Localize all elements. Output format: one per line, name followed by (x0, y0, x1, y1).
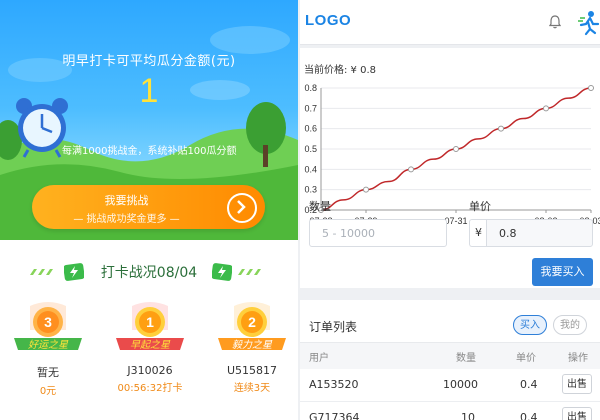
stripes-right-icon (238, 269, 261, 275)
row-qty: 10000 (443, 378, 478, 391)
checkin-panel: 明早打卡可平均瓜分金额(元) 1 每满1000挑战金，系统补贴100瓜分额 我要… (0, 0, 298, 420)
y-tick-label: 0.4 (304, 164, 317, 174)
trading-panel: LOGO 当前价格: ¥ 0.8 0.2 0.3 0.4 0.5 0.6 0.7 0.8 07… (300, 0, 600, 420)
medal-bronze-icon: 3 好运之星 (14, 302, 82, 351)
data-point (363, 186, 369, 193)
col-action: 操作 (568, 353, 588, 364)
order-table-header: 用户 数量 单价 操作 (300, 342, 600, 369)
medal-silver-icon: 2 毅力之星 (218, 302, 286, 351)
early-star-time: 00:56:32打卡 (117, 383, 183, 394)
section-title: 打卡战况08/04 (100, 265, 198, 281)
data-point (543, 105, 549, 112)
data-point (498, 125, 504, 132)
data-point (453, 146, 459, 152)
lightning-left-icon (64, 263, 84, 281)
early-star-card: 1 早起之星 J310026 00:56:32打卡 (110, 300, 190, 394)
bell-icon[interactable] (549, 15, 561, 29)
persistence-star-name: U515817 (226, 364, 278, 377)
price-line-chart: 0.20.30.40.50.60.70.807-2807-2907-3108-0… (304, 83, 600, 226)
row-qty: 10 (461, 411, 475, 420)
col-qty: 数量 (456, 353, 476, 364)
order-list-title: 订单列表 (309, 320, 358, 334)
buy-button[interactable]: 我要买入 (532, 258, 593, 286)
luck-star-name: 暂无 (37, 366, 59, 379)
svg-text:3: 3 (44, 314, 52, 330)
tab-mine[interactable]: 我的 (553, 315, 587, 335)
luck-star-amount: 0元 (39, 386, 57, 397)
luck-star-card: 3 好运之星 暂无 0元 (8, 300, 88, 397)
col-user: 用户 (309, 353, 329, 364)
data-point (408, 166, 414, 173)
challenge-button[interactable]: 我要挑战 — 挑战成功奖金更多 — (32, 185, 265, 229)
col-price: 单价 (516, 353, 536, 364)
logo: LOGO (305, 12, 352, 29)
top-bar: LOGO (300, 0, 600, 45)
price-card: 当前价格: ¥ 0.8 0.20.30.40.50.60.70.807-2807… (300, 48, 600, 288)
unit-price-value: 0.8 (499, 227, 517, 240)
svg-text:毅力之星: 毅力之星 (232, 339, 273, 351)
challenge-sub: — 挑战成功奖金更多 — (73, 214, 180, 225)
svg-text:2: 2 (248, 314, 256, 330)
unit-price-input[interactable]: 0.8 (486, 219, 593, 247)
unit-price-label: 单价 (469, 200, 491, 213)
yen-prefix: ¥ (469, 219, 487, 247)
row-price: 0.4 (520, 411, 538, 420)
data-point (588, 85, 594, 91)
row-user: A153520 (309, 378, 359, 391)
row-user: G717364 (309, 411, 360, 420)
runner-avatar-icon[interactable] (578, 10, 600, 36)
qty-label: 数量 (309, 200, 331, 213)
y-tick-label: 0.5 (304, 144, 317, 154)
table-row: G717364 10 0.4 出售 (300, 402, 600, 420)
y-tick-label: 0.3 (304, 185, 317, 195)
svg-text:好运之星: 好运之星 (28, 339, 69, 351)
stripes-left-icon (30, 269, 53, 275)
order-list-card: 订单列表 买入 我的 用户 数量 单价 操作 A153520 10000 0.4… (300, 300, 600, 420)
x-tick-label: 07-31 (444, 216, 467, 226)
y-tick-label: 0.6 (304, 124, 317, 134)
chevron-right-icon (227, 193, 257, 223)
battle-status-header: 打卡战况08/04 (0, 262, 298, 282)
table-row: A153520 10000 0.4 出售 (300, 369, 600, 402)
subsidy-note: 每满1000挑战金，系统补贴100瓜分额 (62, 146, 237, 157)
challenge-label: 我要挑战 (104, 194, 149, 207)
lightning-right-icon (212, 263, 232, 281)
headline: 明早打卡可平均瓜分金额(元) (62, 54, 236, 69)
y-tick-label: 0.7 (304, 103, 317, 113)
sell-button[interactable]: 出售 (562, 374, 592, 394)
medal-gold-icon: 1 早起之星 (116, 302, 184, 351)
row-price: 0.4 (520, 378, 538, 391)
y-tick-label: 0.8 (304, 83, 317, 93)
sell-button[interactable]: 出售 (562, 407, 592, 420)
qty-placeholder: 5 - 10000 (322, 227, 375, 240)
early-star-name: J310026 (127, 364, 173, 377)
current-price: 当前价格: ¥ 0.8 (304, 65, 376, 76)
persistence-star-days: 连续3天 (233, 383, 271, 394)
svg-text:1: 1 (146, 314, 154, 330)
qty-input[interactable]: 5 - 10000 (309, 219, 447, 247)
tab-buy[interactable]: 买入 (513, 315, 547, 335)
persistence-star-card: 2 毅力之星 U515817 连续3天 (212, 300, 292, 394)
svg-text:早起之星: 早起之星 (130, 339, 171, 351)
